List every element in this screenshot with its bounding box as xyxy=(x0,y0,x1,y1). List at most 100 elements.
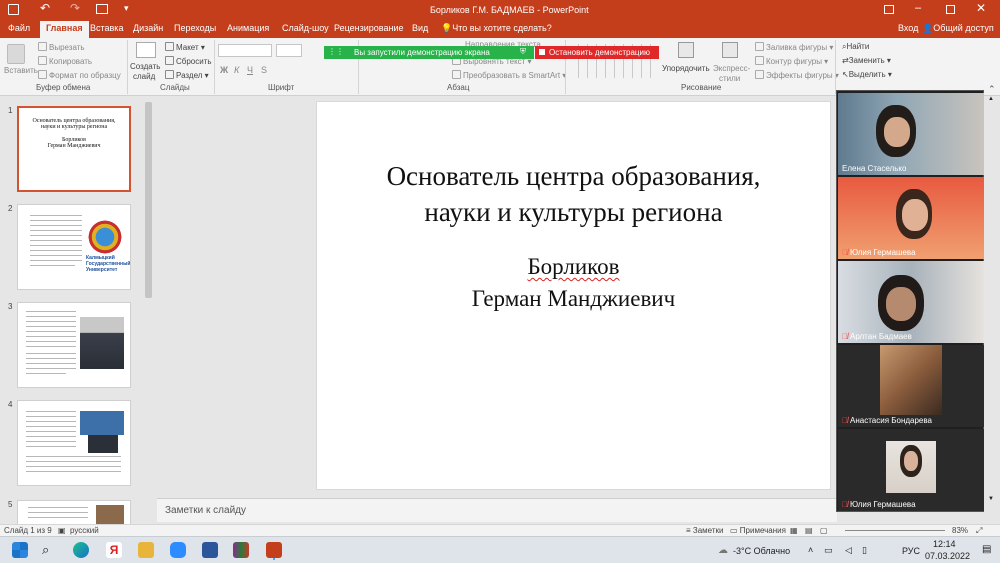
sorter-view-icon[interactable]: ▤ xyxy=(805,526,813,535)
tab-design[interactable]: Дизайн xyxy=(133,23,163,33)
language-indicator[interactable]: русский xyxy=(70,526,99,535)
cut-button[interactable]: Вырезать xyxy=(38,42,85,52)
file-explorer-icon[interactable] xyxy=(138,542,154,558)
close-icon[interactable]: ✕ xyxy=(976,1,986,15)
scroll-down-icon[interactable]: ▼ xyxy=(988,496,994,502)
scroll-up-icon[interactable]: ▲ xyxy=(988,96,994,102)
tab-slideshow[interactable]: Слайд-шоу xyxy=(282,23,329,33)
redo-icon[interactable]: ↷ xyxy=(70,1,80,15)
reading-view-icon[interactable]: ▢ xyxy=(820,526,828,535)
paste-icon[interactable] xyxy=(7,44,25,64)
participant-tile-2[interactable]: 🎙̸ Юлия Гермашева xyxy=(838,177,984,259)
reset-icon xyxy=(165,56,174,65)
drag-handle-icon[interactable]: ⋮⋮ xyxy=(328,47,344,56)
winrar-icon[interactable] xyxy=(233,542,249,558)
slide-thumbnail-1[interactable]: Основатель центра образования, науки и к… xyxy=(17,106,131,192)
tell-me-box[interactable]: 💡Что вы хотите сделать? xyxy=(441,23,552,34)
italic-button[interactable]: К xyxy=(234,65,239,75)
battery-icon[interactable]: ▯ xyxy=(862,545,867,556)
search-icon[interactable]: ⌕ xyxy=(42,542,49,558)
customize-toolbar-icon[interactable]: ▾ xyxy=(124,3,129,14)
strike-button[interactable]: S xyxy=(261,65,267,75)
notes-pane[interactable]: Заметки к слайду xyxy=(157,498,837,522)
notes-toggle[interactable]: ≡ Заметки xyxy=(686,526,724,535)
tab-home[interactable]: Главная xyxy=(40,21,89,38)
replace-button[interactable]: ⇄Заменить ▾ xyxy=(842,56,891,65)
tray-chevron-icon[interactable]: ˄ xyxy=(808,545,813,555)
weather-text[interactable]: -3°C Облачно xyxy=(733,546,790,556)
slide-title[interactable]: Основатель центра образования, науки и к… xyxy=(317,158,830,230)
ribbon-display-options-icon[interactable] xyxy=(884,5,894,14)
video-panel-scrollbar[interactable]: ▲ ▼ xyxy=(988,96,994,502)
participant-tile-5[interactable]: 🎙̸ Юлия Гермашева xyxy=(838,429,984,511)
powerpoint-icon[interactable] xyxy=(266,542,282,558)
undo-icon[interactable]: ↶ xyxy=(40,1,50,15)
current-slide[interactable]: Основатель центра образования, науки и к… xyxy=(316,101,831,490)
font-size-select[interactable] xyxy=(276,44,302,57)
shape-outline-button[interactable]: Контур фигуры ▾ xyxy=(755,56,828,66)
quick-styles-button[interactable]: Экспресс- xyxy=(713,64,750,73)
zoom-level[interactable]: 83% xyxy=(952,526,968,535)
input-language[interactable]: РУС xyxy=(902,546,920,556)
tab-animations[interactable]: Анимация xyxy=(227,23,269,33)
edge-icon[interactable] xyxy=(73,542,89,558)
participant-tile-4[interactable]: 🎙̸ Анастасия Бондарева xyxy=(838,345,984,427)
smartart-button[interactable]: Преобразовать в SmartArt ▾ xyxy=(452,70,566,80)
slideshow-from-start-icon[interactable] xyxy=(96,4,108,14)
spellcheck-icon[interactable]: ▣ xyxy=(58,526,66,535)
collapse-ribbon-icon[interactable]: ⌃ xyxy=(988,84,996,95)
format-painter-button[interactable]: Формат по образцу xyxy=(38,70,121,80)
section-button[interactable]: Раздел ▾ xyxy=(165,70,209,80)
network-icon[interactable]: ▭ xyxy=(824,545,833,556)
volume-icon[interactable]: ◁ xyxy=(845,545,852,556)
slide-subtitle[interactable]: Борликов Герман Манджиевич xyxy=(317,251,830,315)
minimize-icon[interactable]: – xyxy=(915,2,921,14)
tab-file[interactable]: Файл xyxy=(8,23,30,33)
save-icon[interactable] xyxy=(8,4,19,15)
underline-button[interactable]: Ч xyxy=(247,65,253,75)
copy-button[interactable]: Копировать xyxy=(38,56,92,66)
word-icon[interactable] xyxy=(202,542,218,558)
clock-time[interactable]: 12:14 xyxy=(933,539,956,549)
windows-start-icon[interactable] xyxy=(12,542,28,558)
paste-button[interactable]: Вставить xyxy=(4,66,38,75)
zoom-icon[interactable] xyxy=(170,542,186,558)
bold-button[interactable]: Ж xyxy=(220,65,228,75)
slide-thumbnail-3[interactable] xyxy=(17,302,131,388)
participant-tile-1[interactable]: Елена Стаселько xyxy=(838,93,984,175)
shape-fill-button[interactable]: Заливка фигуры ▾ xyxy=(755,42,833,52)
thumbnails-scrollbar[interactable] xyxy=(145,102,152,298)
photo-1 xyxy=(80,411,124,435)
share-button[interactable]: 👤Общий доступ xyxy=(922,23,994,34)
slide-thumbnail-4[interactable] xyxy=(17,400,131,486)
fit-to-window-icon[interactable]: ⤢ xyxy=(976,526,982,536)
tab-review[interactable]: Рецензирование xyxy=(334,23,404,33)
find-button[interactable]: ⌕Найти xyxy=(842,42,869,52)
tab-transitions[interactable]: Переходы xyxy=(174,23,216,33)
select-button[interactable]: ↖Выделить ▾ xyxy=(842,70,892,79)
slide-thumbnail-5[interactable] xyxy=(17,500,131,524)
comments-toggle[interactable]: ▭ Примечания xyxy=(730,526,786,535)
quick-styles-icon[interactable] xyxy=(722,42,738,58)
arrange-button[interactable]: Упорядочить xyxy=(662,64,710,73)
participant-tile-3[interactable]: 🎙̸ Арлтан Бадмаев xyxy=(838,261,984,343)
tab-insert[interactable]: Вставка xyxy=(90,23,123,33)
maximize-icon[interactable] xyxy=(946,5,955,14)
new-slide-button[interactable]: Создать xyxy=(130,62,160,71)
yandex-icon[interactable]: Я xyxy=(106,542,122,558)
reset-button[interactable]: Сбросить xyxy=(165,56,212,66)
tab-view[interactable]: Вид xyxy=(412,23,428,33)
font-name-select[interactable] xyxy=(218,44,272,57)
slide-thumbnail-2[interactable]: Калмыцкий Государственный Университет xyxy=(17,204,131,290)
normal-view-icon[interactable]: ▦ xyxy=(790,526,798,535)
signin-link[interactable]: Вход xyxy=(898,23,918,33)
new-slide-icon[interactable] xyxy=(136,42,156,58)
clock-date[interactable]: 07.03.2022 xyxy=(925,551,970,561)
arrange-icon[interactable] xyxy=(678,42,694,58)
shape-effects-button[interactable]: Эффекты фигуры ▾ xyxy=(755,70,839,80)
layout-button[interactable]: Макет ▾ xyxy=(165,42,205,52)
stop-share-button[interactable]: Остановить демонстрацию xyxy=(535,46,659,59)
notifications-icon[interactable]: ▤ xyxy=(982,544,991,555)
slide-title-line2: науки и культуры региона xyxy=(424,197,723,227)
zoom-slider[interactable] xyxy=(845,530,945,531)
